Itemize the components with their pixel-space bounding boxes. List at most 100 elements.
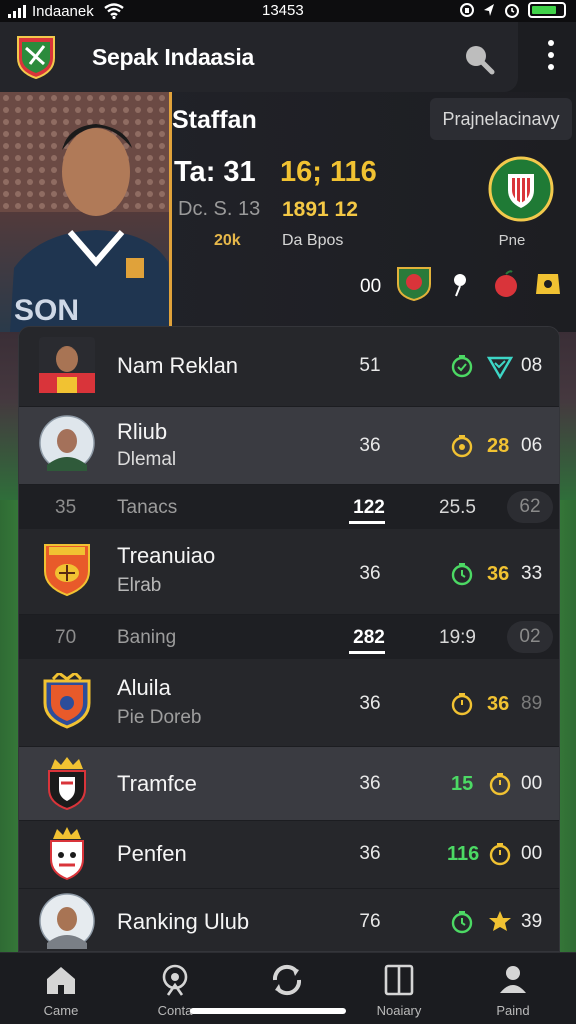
star-badge-icon <box>489 911 511 931</box>
row-subtitle: Elrab <box>117 575 162 596</box>
row-title: Ranking Ulub <box>117 909 250 934</box>
position-tag[interactable]: Prajnelacinavy <box>430 98 572 140</box>
stat-small-label: Da Bpos <box>282 232 344 249</box>
shield-icon <box>397 267 431 302</box>
stat-primary: Ta: 31 <box>174 156 256 188</box>
carrier-label: Indaanek <box>32 2 94 20</box>
status-bar: Indaanek 13453 <box>0 0 576 22</box>
timer-icon <box>451 355 473 378</box>
shield-check-icon <box>487 356 513 379</box>
battery-icon <box>528 2 566 18</box>
app-logo[interactable] <box>14 34 58 80</box>
player-name: Staffan <box>172 106 257 134</box>
app-title: Sepak Indaasia <box>92 44 254 70</box>
nav-label: Paind <box>496 1003 530 1018</box>
row-title: Penfen <box>117 841 187 866</box>
home-icon <box>47 967 75 994</box>
row-title: Treanuiao <box>117 543 216 568</box>
nav-item-noaiary[interactable]: Noaiary <box>354 963 444 1018</box>
apple-icon <box>495 270 517 297</box>
row-number: 36 <box>487 693 510 715</box>
list-item[interactable]: Penfen 36 116 00 <box>19 821 559 889</box>
badge-icon <box>536 274 560 294</box>
clock: 13453 <box>262 2 304 19</box>
club-crest-icon <box>43 673 91 729</box>
list-item[interactable]: Rliub Dlemal 36 28 06 <box>19 407 559 485</box>
list-item[interactable]: Tramfce 36 15 00 <box>19 747 559 821</box>
hero-icons-value: 00 <box>360 276 382 297</box>
nav-item-came[interactable]: Came <box>16 963 106 1018</box>
stat-secondary: Dc. S. 13 <box>178 198 261 220</box>
score-underline <box>349 651 385 654</box>
timer-icon <box>451 911 473 934</box>
row-number: 36 <box>487 563 510 585</box>
row-subtitle: Dlemal <box>117 449 177 470</box>
alarm-icon <box>505 4 519 18</box>
hero-badges <box>397 267 560 302</box>
player-avatar <box>39 893 95 949</box>
subrow-pill[interactable]: 02 <box>507 621 553 653</box>
player-avatar <box>39 337 95 393</box>
subrow-score: 122 <box>353 497 385 518</box>
row-value: 36 <box>359 773 381 794</box>
list-item[interactable]: Nam Reklan 51 08 <box>19 327 559 407</box>
signal-icon <box>8 4 26 18</box>
refresh-icon <box>272 964 302 996</box>
row-value: 51 <box>359 355 381 376</box>
stat-subrow: 35 Tanacs 122 25.5 62 <box>19 485 559 529</box>
club-list: Nam Reklan 51 08 Rliub Dlemal 36 28 06 3… <box>18 326 560 952</box>
timer-icon <box>451 693 473 716</box>
crown-crest-icon <box>48 757 86 811</box>
subrow-pill[interactable]: 62 <box>507 491 553 523</box>
podcast-icon <box>162 964 188 996</box>
app-bar: Sepak Indaasia <box>0 22 518 92</box>
row-end-value: 33 <box>521 563 543 584</box>
wifi-icon <box>103 3 124 19</box>
home-indicator[interactable] <box>190 1008 346 1014</box>
list-item[interactable]: Ranking Ulub 76 39 <box>19 889 559 951</box>
row-number: 15 <box>451 773 474 795</box>
player-silhouette: SON <box>0 92 169 332</box>
stat-highlight: 16; 116 <box>280 156 377 188</box>
subrow-rank: 70 <box>55 627 77 648</box>
book-icon <box>384 964 414 996</box>
subrow-label: Tanacs <box>117 497 178 518</box>
list-item[interactable]: Treanuiao Elrab 36 36 33 <box>19 529 559 615</box>
club-label: Pne <box>498 232 526 249</box>
subrow-ratio: 19:9 <box>439 627 476 648</box>
subrow-score: 282 <box>353 627 385 648</box>
nav-item-paind[interactable]: Paind <box>468 963 558 1018</box>
nav-label: Came <box>43 1003 79 1018</box>
row-title: Rliub <box>117 419 168 444</box>
row-end-value: 00 <box>521 773 543 794</box>
subrow-ratio: 25.5 <box>439 497 476 518</box>
score-underline <box>349 521 385 524</box>
crown-crest-icon <box>50 827 84 881</box>
row-number: 116 <box>447 843 480 865</box>
row-end-value: 08 <box>521 355 543 376</box>
row-value: 36 <box>359 693 381 714</box>
row-end-value: 39 <box>521 911 543 932</box>
more-vertical-icon[interactable] <box>536 40 566 76</box>
nav-item-refresh[interactable] <box>242 963 332 1003</box>
row-end-value: 00 <box>521 843 543 864</box>
row-title: Nam Reklan <box>117 353 239 378</box>
club-crest-icon[interactable] <box>488 156 554 222</box>
timer-icon <box>489 773 511 796</box>
timer-icon <box>489 843 511 866</box>
row-end-value: 06 <box>521 435 543 456</box>
row-title: Tramfce <box>117 771 197 796</box>
row-end-value: 89 <box>521 693 543 714</box>
stat-small: 20k <box>214 232 241 249</box>
profile-icon <box>500 966 526 993</box>
row-value: 36 <box>359 843 381 864</box>
list-item[interactable]: Aluila Pie Doreb 36 36 89 <box>19 659 559 747</box>
player-photo: SON <box>0 92 172 332</box>
club-crest-icon <box>44 544 90 597</box>
row-title: Aluila <box>117 675 171 700</box>
search-icon[interactable] <box>462 42 496 76</box>
subrow-label: Baning <box>117 627 177 648</box>
row-value: 76 <box>359 911 381 932</box>
row-number: 28 <box>487 435 510 457</box>
row-subtitle: Pie Doreb <box>117 707 202 728</box>
